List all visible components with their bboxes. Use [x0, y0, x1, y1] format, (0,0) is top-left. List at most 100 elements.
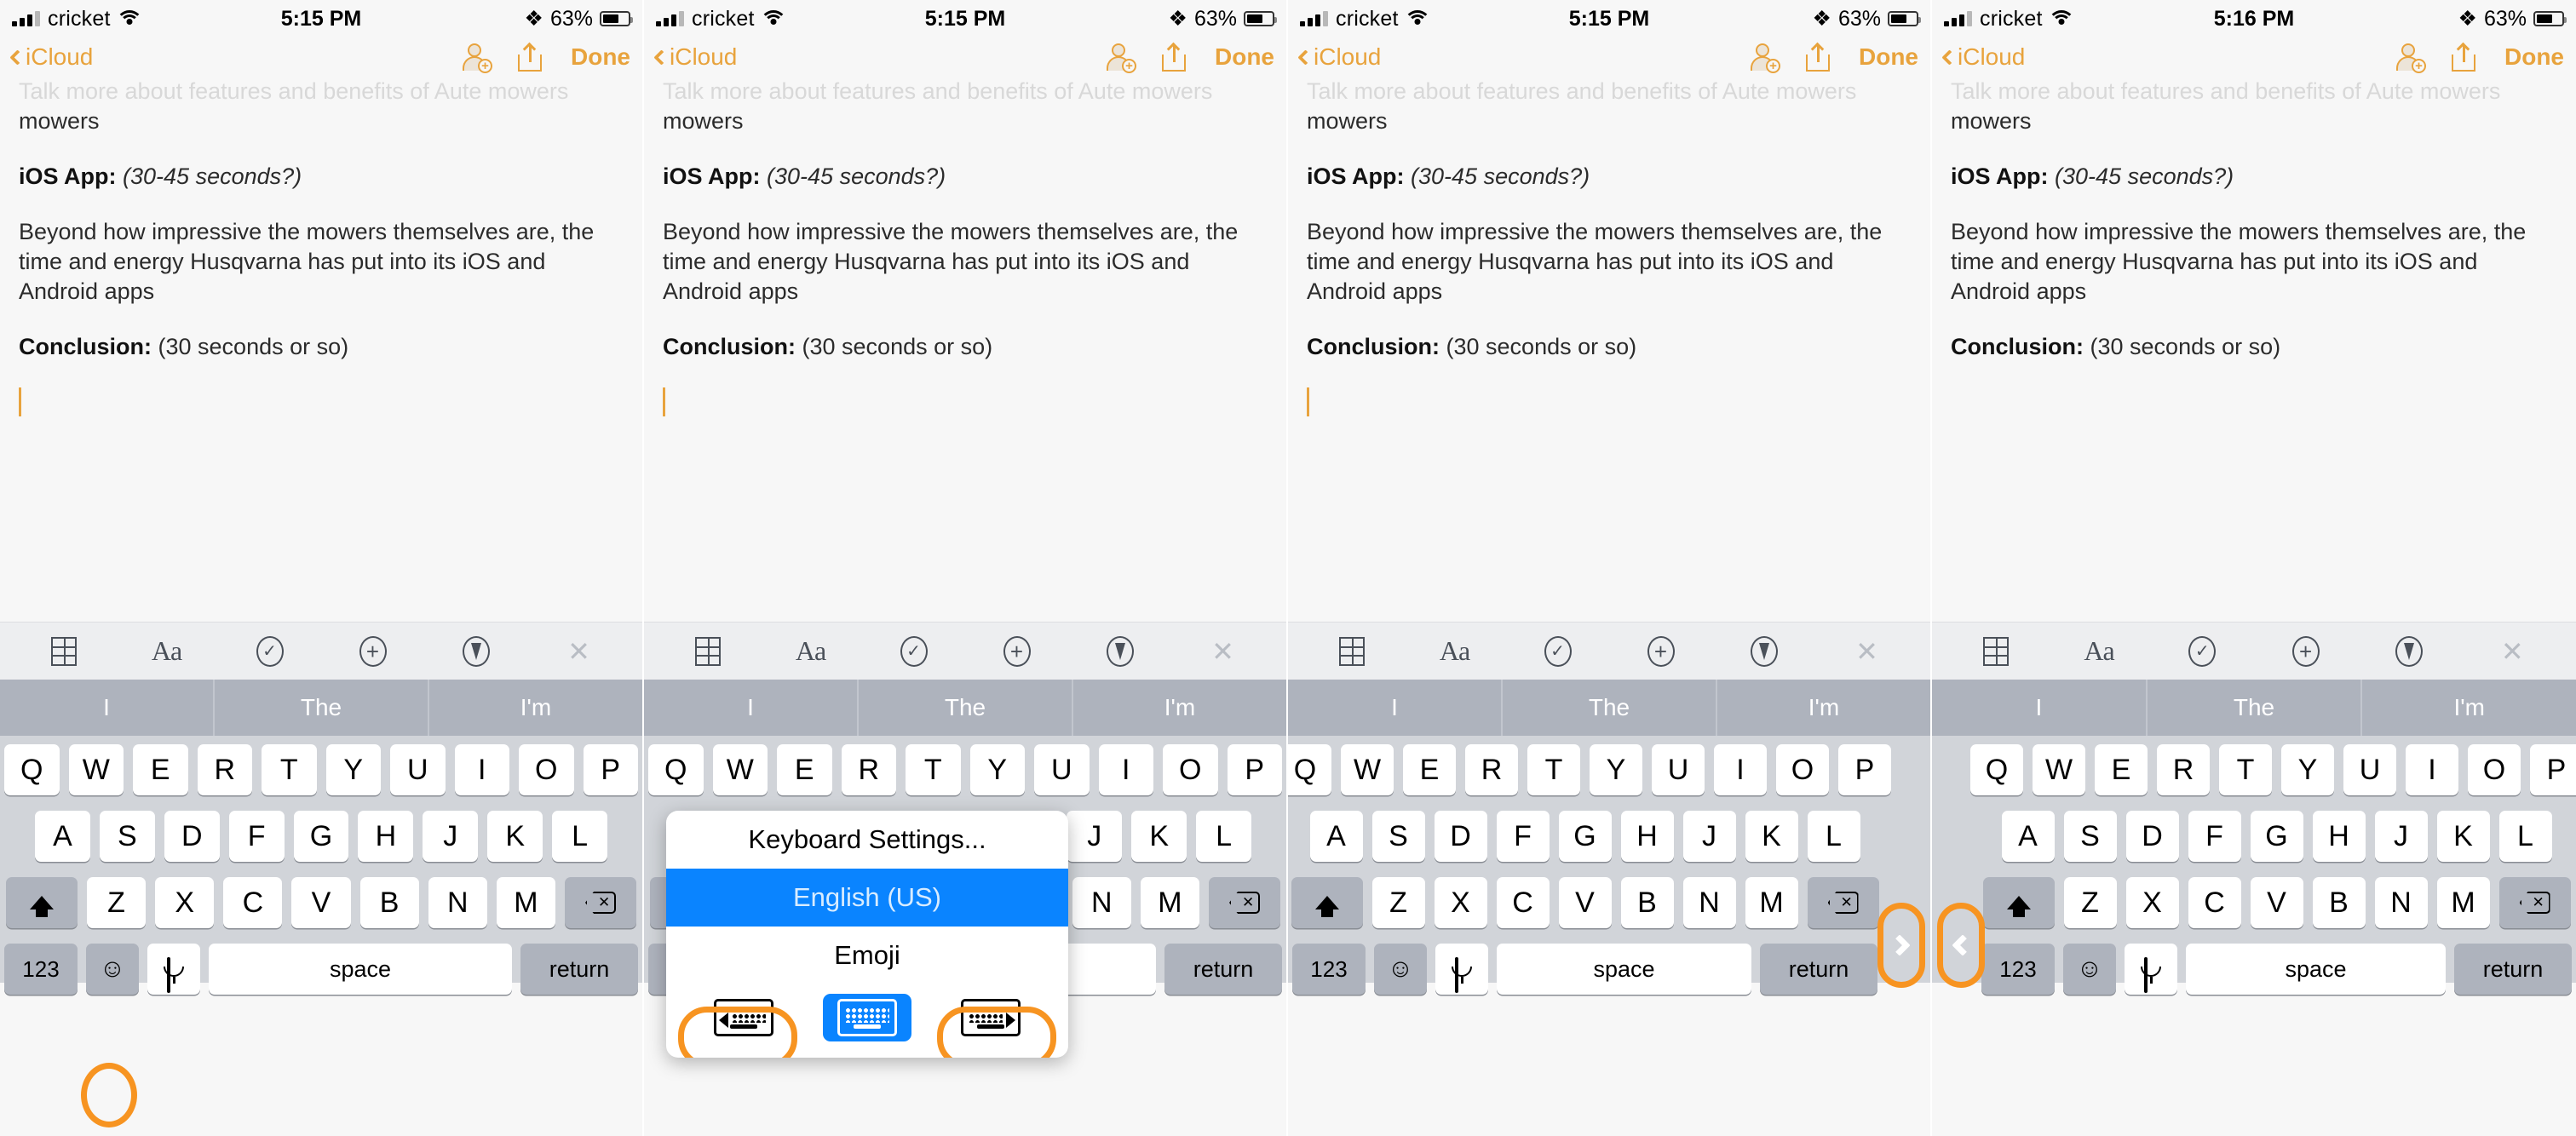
key-n[interactable]: N	[1072, 877, 1131, 928]
prediction-3[interactable]: I'm	[1073, 680, 1286, 736]
key-q[interactable]: Q	[1970, 744, 2023, 795]
key-v[interactable]: V	[1558, 877, 1612, 928]
key-d[interactable]: D	[164, 811, 220, 862]
checklist-icon[interactable]	[2183, 633, 2221, 670]
key-k[interactable]: K	[1131, 811, 1187, 862]
table-icon[interactable]	[1333, 633, 1371, 670]
prediction-1[interactable]: I	[0, 680, 215, 736]
key-a[interactable]: A	[35, 811, 90, 862]
prediction-3[interactable]: I'm	[2362, 680, 2576, 736]
key-t[interactable]: T	[1527, 744, 1580, 795]
key-y[interactable]: Y	[1590, 744, 1642, 795]
key-t[interactable]: T	[2219, 744, 2272, 795]
key-h[interactable]: H	[1620, 811, 1674, 862]
key-f[interactable]: F	[1496, 811, 1550, 862]
key-i[interactable]: I	[1714, 744, 1767, 795]
markup-pen-icon[interactable]	[1745, 633, 1783, 670]
key-r[interactable]: R	[2157, 744, 2210, 795]
note-body[interactable]: Talk more about features and benefits of…	[1288, 77, 1930, 622]
emoji-key[interactable]: ☺	[1374, 944, 1427, 995]
popup-english-us[interactable]: English (US)	[666, 869, 1068, 927]
key-r[interactable]: R	[841, 744, 896, 795]
key-m[interactable]: M	[1745, 877, 1798, 928]
key-o[interactable]: O	[2468, 744, 2521, 795]
key-p[interactable]: P	[1227, 744, 1282, 795]
key-c[interactable]: C	[1496, 877, 1550, 928]
key-e[interactable]: E	[1403, 744, 1456, 795]
prediction-2[interactable]: The	[215, 680, 429, 736]
key-x[interactable]: X	[2125, 877, 2179, 928]
add-collaborator-icon[interactable]: +	[2394, 43, 2426, 73]
delete-key[interactable]: ✕	[2498, 877, 2571, 928]
key-y[interactable]: Y	[2281, 744, 2334, 795]
key-s[interactable]: S	[1371, 811, 1425, 862]
key-n[interactable]: N	[428, 877, 487, 928]
space-key[interactable]: space	[1497, 944, 1751, 995]
key-x[interactable]: X	[1434, 877, 1487, 928]
return-key[interactable]: return	[1760, 944, 1877, 995]
back-button-icloud[interactable]: iCloud	[1941, 43, 2025, 71]
key-k[interactable]: K	[2436, 811, 2490, 862]
numeric-key[interactable]: 123	[4, 944, 78, 995]
key-l[interactable]: L	[1807, 811, 1860, 862]
key-y[interactable]: Y	[969, 744, 1025, 795]
key-b[interactable]: B	[2312, 877, 2366, 928]
dictation-key[interactable]	[2125, 944, 2177, 995]
key-m[interactable]: M	[2436, 877, 2490, 928]
shift-key[interactable]	[1291, 877, 1363, 928]
key-z[interactable]: Z	[87, 877, 147, 928]
prediction-1[interactable]: I	[644, 680, 859, 736]
key-x[interactable]: X	[155, 877, 215, 928]
key-o[interactable]: O	[1776, 744, 1829, 795]
popup-keyboard-settings[interactable]: Keyboard Settings...	[666, 811, 1068, 869]
key-z[interactable]: Z	[1371, 877, 1425, 928]
key-k[interactable]: K	[487, 811, 543, 862]
delete-key[interactable]: ✕	[564, 877, 636, 928]
key-w[interactable]: W	[68, 744, 124, 795]
emoji-key[interactable]: ☺	[2063, 944, 2116, 995]
key-t[interactable]: T	[262, 744, 317, 795]
key-q[interactable]: Q	[648, 744, 704, 795]
checklist-icon[interactable]	[1539, 633, 1577, 670]
key-f[interactable]: F	[2188, 811, 2241, 862]
return-key[interactable]: return	[1164, 944, 1282, 995]
full-keyboard-icon[interactable]	[822, 994, 911, 1041]
key-i[interactable]: I	[2406, 744, 2458, 795]
prediction-3[interactable]: I'm	[1717, 680, 1930, 736]
key-q[interactable]: Q	[4, 744, 60, 795]
emoji-key[interactable]: ☺	[86, 944, 139, 995]
key-k[interactable]: K	[1745, 811, 1798, 862]
share-icon[interactable]	[2452, 42, 2475, 72]
markup-pen-icon[interactable]	[2390, 633, 2428, 670]
key-a[interactable]: A	[1309, 811, 1363, 862]
key-o[interactable]: O	[519, 744, 574, 795]
prediction-2[interactable]: The	[1503, 680, 1717, 736]
key-c[interactable]: C	[2188, 877, 2241, 928]
key-w[interactable]: W	[2033, 744, 2085, 795]
key-v[interactable]: V	[291, 877, 351, 928]
key-j[interactable]: J	[423, 811, 479, 862]
shift-key[interactable]	[6, 877, 78, 928]
key-l[interactable]: L	[1196, 811, 1252, 862]
table-icon[interactable]	[689, 633, 727, 670]
key-e[interactable]: E	[133, 744, 188, 795]
shift-key[interactable]	[1982, 877, 2055, 928]
checklist-icon[interactable]	[251, 633, 289, 670]
text-format-icon[interactable]: Aa	[2080, 633, 2118, 670]
prediction-2[interactable]: The	[859, 680, 1073, 736]
key-p[interactable]: P	[583, 744, 638, 795]
key-u[interactable]: U	[1652, 744, 1705, 795]
prediction-3[interactable]: I'm	[429, 680, 642, 736]
key-g[interactable]: G	[1558, 811, 1612, 862]
key-n[interactable]: N	[2374, 877, 2428, 928]
table-icon[interactable]	[45, 633, 83, 670]
numeric-key[interactable]: 123	[1292, 944, 1366, 995]
key-r[interactable]: R	[197, 744, 252, 795]
add-collaborator-icon[interactable]: +	[1104, 43, 1136, 73]
space-key[interactable]: space	[209, 944, 512, 995]
close-icon[interactable]: ✕	[1849, 633, 1886, 670]
add-attachment-icon[interactable]	[998, 633, 1036, 670]
key-h[interactable]: H	[2312, 811, 2366, 862]
key-j[interactable]: J	[1067, 811, 1123, 862]
text-format-icon[interactable]: Aa	[148, 633, 186, 670]
